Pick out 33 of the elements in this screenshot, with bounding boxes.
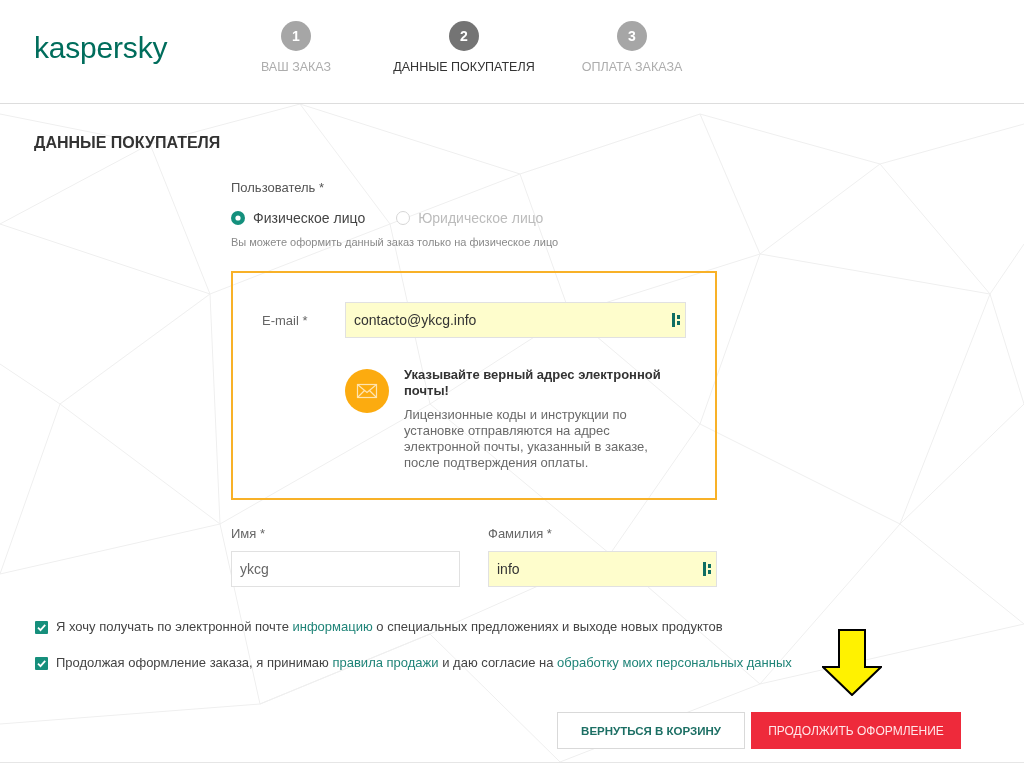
consent-link[interactable]: правила продажи [332, 655, 439, 670]
first-name-field[interactable]: ykcg [231, 551, 460, 587]
checkbox[interactable] [35, 620, 48, 634]
consent-text: Я хочу получать по электронной почте информацию о специальных предложениях и выходе новых продуктов [56, 619, 723, 635]
step-number: 1 [281, 21, 311, 51]
continue-button[interactable]: ПРОДОЛЖИТЬ ОФОРМЛЕНИЕ [751, 712, 961, 749]
down-arrow-icon [822, 629, 882, 696]
field-label: Фамилия * [488, 526, 552, 542]
step-number: 2 [449, 21, 479, 51]
notice-title: Указывайте верный адрес электронной почты! [404, 367, 662, 399]
email-field[interactable]: contacto@ykcg.info [345, 302, 686, 338]
envelope-icon [345, 369, 389, 413]
consent-link[interactable]: обработку моих персональных данных [557, 655, 792, 670]
back-to-cart-button[interactable]: ВЕРНУТЬСЯ В КОРЗИНУ [557, 712, 745, 749]
step-label: ОПЛАТА ЗАКАЗА [581, 59, 683, 75]
bars-icon[interactable] [672, 313, 680, 327]
radio-button[interactable] [231, 211, 245, 225]
field-label: E-mail * [262, 313, 308, 328]
hint-text: Вы можете оформить данный заказ только на физическое лицо [231, 235, 559, 249]
step-label: ДАННЫЕ ПОКУПАТЕЛЯ [393, 59, 535, 75]
logo[interactable]: kaspersky [34, 31, 168, 65]
last-name-field[interactable]: info [488, 551, 717, 587]
step-label: ВАШ ЗАКАЗ [260, 59, 332, 75]
step-number: 3 [617, 21, 647, 51]
consent-text: Продолжая оформление заказа, я принимаю правила продажи и даю согласие на обработку моих персональных данных [56, 655, 792, 671]
checkbox[interactable] [35, 656, 48, 670]
notice-text: Лицензионные коды и инструкции по установке отправляются на адрес электронной почты, указанный в заказе, после подтверждения оплаты. [404, 407, 649, 471]
radio-label[interactable]: Физическое лицо [253, 209, 366, 227]
section-title: ДАННЫЕ ПОКУПАТЕЛЯ [34, 133, 221, 153]
field-label: Имя * [231, 526, 265, 542]
consent-link[interactable]: информацию [292, 619, 373, 634]
bars-icon[interactable] [703, 562, 711, 576]
field-label: Пользователь * [231, 180, 325, 196]
